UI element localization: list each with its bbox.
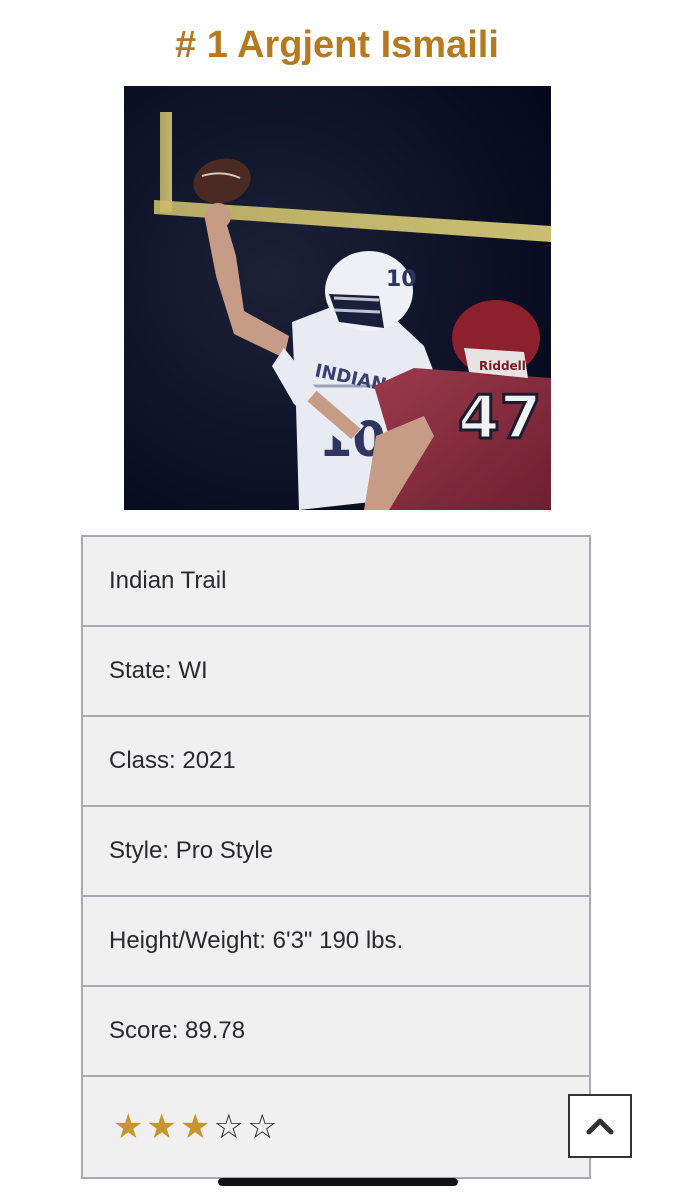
page: # 1 Argjent Ismaili INDIAN 10 10 Riddell… <box>0 0 674 1200</box>
info-row-score: Score: 89.78 <box>83 987 589 1077</box>
page-title: # 1 Argjent Ismaili <box>175 24 499 66</box>
player-info-table: Indian Trail State: WI Class: 2021 Style… <box>81 535 591 1179</box>
info-row-state: State: WI <box>83 627 589 717</box>
helmet-number: 10 <box>386 267 417 292</box>
chevron-up-icon <box>586 1118 614 1135</box>
school-value: Indian Trail <box>109 567 227 594</box>
height-weight-value: Height/Weight: 6'3" 190 lbs. <box>109 927 404 954</box>
star-filled-icon: ★ <box>113 1107 144 1147</box>
star-empty-icon: ☆ <box>213 1107 244 1147</box>
opponent-number: 47 <box>458 383 542 453</box>
player-photo-image: INDIAN TRAIL 10 10 Riddell 47 <box>124 86 551 510</box>
helmet-brand: Riddell <box>479 359 526 373</box>
player-photo: INDIAN TRAIL 10 10 Riddell 47 <box>124 86 551 510</box>
scroll-to-top-button[interactable] <box>568 1094 632 1158</box>
info-row-rating: ★ ★ ★ ☆ ☆ <box>83 1077 589 1177</box>
info-row-school: Indian Trail <box>83 537 589 627</box>
info-row-height-weight: Height/Weight: 6'3" 190 lbs. <box>83 897 589 987</box>
info-row-style: Style: Pro Style <box>83 807 589 897</box>
style-value: Style: Pro Style <box>109 837 274 864</box>
star-rating: ★ ★ ★ ☆ ☆ <box>109 1109 277 1145</box>
score-value: Score: 89.78 <box>109 1017 246 1044</box>
info-row-class: Class: 2021 <box>83 717 589 807</box>
star-empty-icon: ☆ <box>246 1107 278 1147</box>
class-value: Class: 2021 <box>109 747 236 774</box>
star-filled-icon: ★ <box>179 1107 211 1147</box>
star-filled-icon: ★ <box>146 1107 177 1147</box>
state-value: State: WI <box>109 657 208 684</box>
home-indicator <box>218 1178 458 1186</box>
